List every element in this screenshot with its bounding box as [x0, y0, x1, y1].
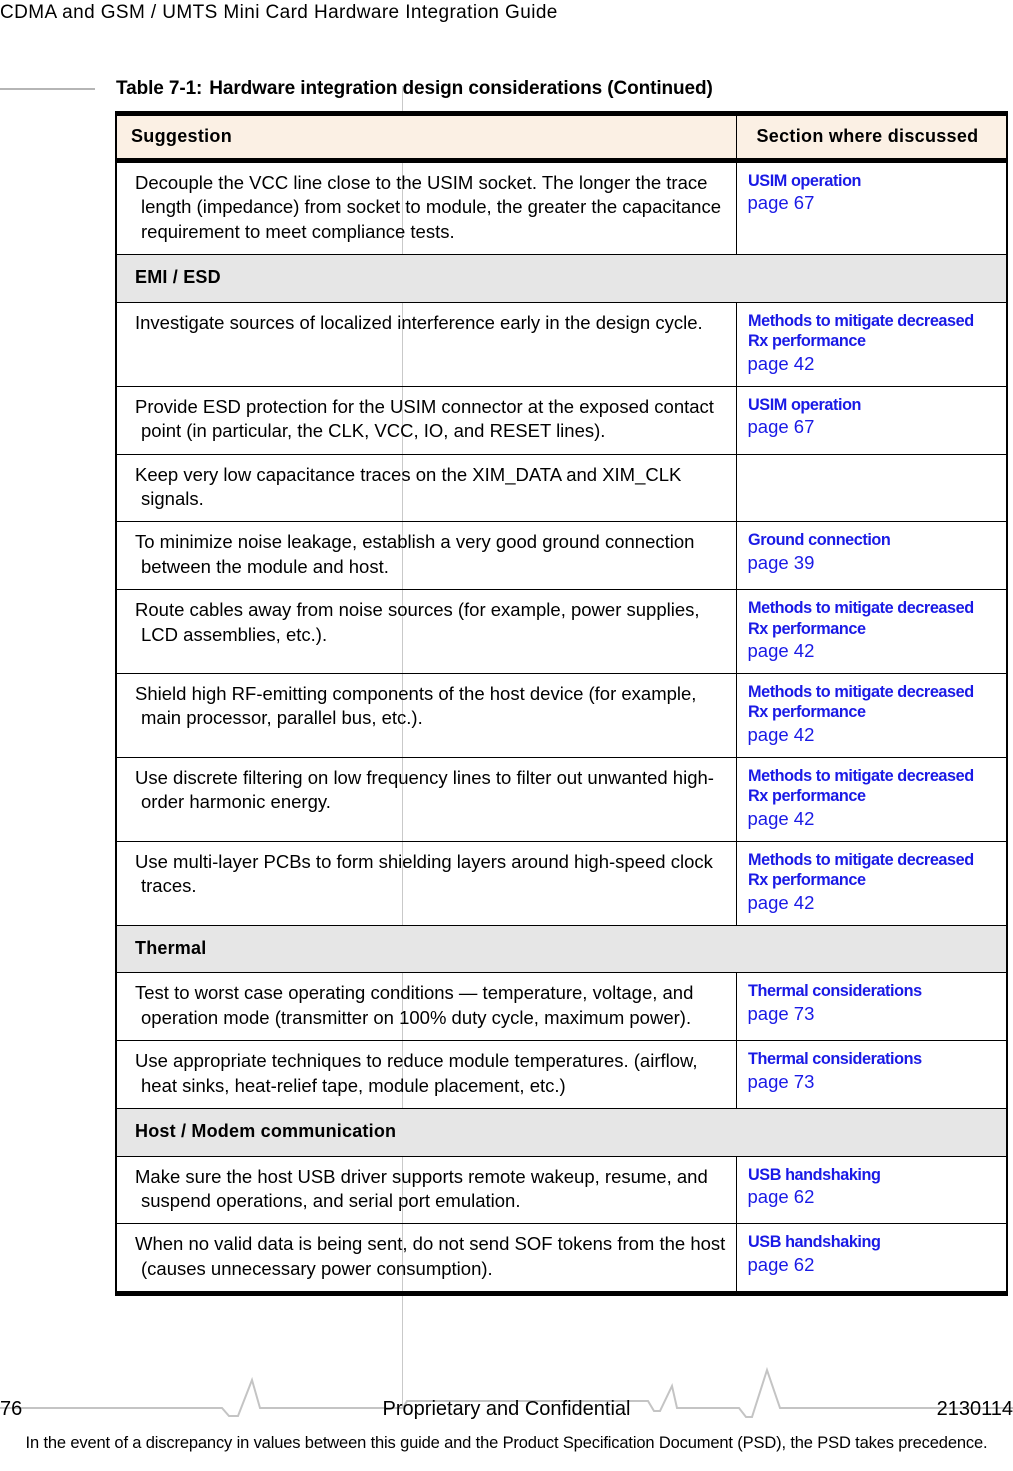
- section-link-title[interactable]: Methods to mitigate decreased Rx perform…: [748, 682, 989, 723]
- section-link-page[interactable]: page 67: [748, 415, 1001, 439]
- section-link-title[interactable]: Methods to mitigate decreased Rx perform…: [748, 850, 989, 891]
- table-row: Investigate sources of localized interfe…: [116, 302, 1007, 387]
- table-section-row: Host / Modem communication: [116, 1107, 1007, 1157]
- column-header-suggestion: Suggestion: [116, 113, 736, 163]
- section-link-title[interactable]: Thermal considerations: [748, 1049, 989, 1069]
- suggestion-cell: Investigate sources of localized interfe…: [116, 302, 736, 387]
- section-link-page[interactable]: page 73: [748, 1070, 1001, 1094]
- section-link-title[interactable]: Ground connection: [748, 530, 989, 550]
- suggestion-cell: Use appropriate techniques to reduce mod…: [116, 1040, 736, 1109]
- suggestion-cell: Test to worst case operating conditions …: [116, 972, 736, 1042]
- suggestion-cell: Use discrete filtering on low frequency …: [116, 757, 736, 842]
- suggestion-text: Keep very low capacitance traces on the …: [135, 463, 682, 510]
- table-row: Use multi-layer PCBs to form shielding l…: [116, 841, 1007, 926]
- suggestion-cell: Shield high RF-emitting components of th…: [116, 673, 736, 758]
- section-reference-cell: USIM operation page 67: [735, 160, 1007, 256]
- suggestion-text: Route cables away from noise sources (fo…: [135, 599, 700, 645]
- margin-change-bar: [0, 88, 95, 90]
- table-row: Test to worst case operating conditions …: [116, 972, 1007, 1042]
- section-link-page[interactable]: page 67: [748, 191, 1001, 215]
- suggestion-text: Use discrete filtering on low frequency …: [135, 766, 714, 813]
- table-row: Shield high RF-emitting components of th…: [116, 673, 1007, 758]
- table-row: Decouple the VCC line close to the USIM …: [116, 160, 1007, 256]
- suggestion-text: When no valid data is being sent, do not…: [135, 1233, 726, 1279]
- running-header: CDMA and GSM / UMTS Mini Card Hardware I…: [0, 2, 558, 23]
- section-link-page[interactable]: page 73: [748, 1002, 1001, 1026]
- footer-document-number: 2130114: [936, 1398, 1013, 1420]
- table-row: Use appropriate techniques to reduce mod…: [116, 1040, 1007, 1109]
- section-link-page[interactable]: page 42: [748, 891, 1001, 915]
- suggestion-cell: Decouple the VCC line close to the USIM …: [116, 160, 736, 256]
- suggestion-cell: Use multi-layer PCBs to form shielding l…: [116, 841, 736, 926]
- section-link-page[interactable]: page 42: [748, 352, 1001, 376]
- suggestion-cell: Keep very low capacitance traces on the …: [116, 454, 736, 523]
- table-row: Make sure the host USB driver supports r…: [116, 1156, 1007, 1225]
- section-reference-cell: Ground connection page 39: [735, 521, 1007, 591]
- suggestion-cell: Make sure the host USB driver supports r…: [116, 1156, 736, 1225]
- table-header-row: Suggestion Section where discussed: [116, 113, 1007, 163]
- suggestion-text: To minimize noise leakage, establish a v…: [135, 531, 695, 577]
- suggestion-text: Make sure the host USB driver supports r…: [135, 1165, 708, 1212]
- suggestion-cell: To minimize noise leakage, establish a v…: [116, 521, 736, 591]
- section-reference-cell: USB handshaking page 62: [735, 1223, 1007, 1294]
- column-header-section: Section where discussed: [735, 113, 1007, 163]
- section-reference-cell: Methods to mitigate decreased Rx perform…: [735, 841, 1007, 926]
- suggestion-text: Decouple the VCC line close to the USIM …: [135, 172, 721, 242]
- suggestion-text: Investigate sources of localized interfe…: [135, 311, 703, 333]
- table-row: Provide ESD protection for the USIM conn…: [116, 386, 1007, 455]
- section-label: EMI / ESD: [116, 254, 1007, 303]
- section-link-page[interactable]: page 42: [748, 723, 1001, 747]
- section-link-title[interactable]: Thermal considerations: [748, 981, 989, 1001]
- footer-row: 76 Proprietary and Confidential 2130114: [0, 1398, 1013, 1426]
- table-section-row: Thermal: [116, 924, 1007, 974]
- section-link-page[interactable]: page 39: [748, 551, 1001, 575]
- section-reference-cell: USB handshaking page 62: [735, 1156, 1007, 1225]
- section-link-title[interactable]: USB handshaking: [748, 1232, 989, 1252]
- section-link-title[interactable]: USIM operation: [748, 395, 989, 415]
- footer-note: In the event of a discrepancy in values …: [25, 1434, 988, 1452]
- suggestion-cell: Route cables away from noise sources (fo…: [116, 589, 736, 675]
- section-reference-cell: USIM operation page 67: [735, 386, 1007, 455]
- table-row: When no valid data is being sent, do not…: [116, 1223, 1007, 1294]
- section-label: Thermal: [116, 924, 1007, 974]
- section-link-title[interactable]: Methods to mitigate decreased Rx perform…: [748, 766, 989, 807]
- section-reference-cell: Methods to mitigate decreased Rx perform…: [735, 589, 1007, 675]
- table-caption-number: Table 7-1:: [116, 78, 203, 99]
- section-link-title[interactable]: Methods to mitigate decreased Rx perform…: [748, 598, 989, 639]
- hardware-integration-table: Suggestion Section where discussed Decou…: [115, 111, 1008, 1297]
- section-link-page[interactable]: page 42: [748, 639, 1001, 663]
- section-link-page[interactable]: page 42: [748, 807, 1001, 831]
- suggestion-text: Test to worst case operating conditions …: [135, 982, 694, 1028]
- table-caption-text: Hardware integration design consideratio…: [209, 78, 713, 99]
- section-link-page[interactable]: page 62: [748, 1185, 1001, 1209]
- section-reference-cell: Methods to mitigate decreased Rx perform…: [735, 673, 1007, 758]
- table-row: Use discrete filtering on low frequency …: [116, 757, 1007, 842]
- section-link-page[interactable]: page 62: [748, 1253, 1001, 1277]
- suggestion-text: Use appropriate techniques to reduce mod…: [135, 1050, 698, 1096]
- section-reference-cell: Thermal considerations page 73: [735, 972, 1007, 1042]
- table-caption: Table 7-1: Hardware integration design co…: [116, 78, 713, 100]
- suggestion-text: Shield high RF-emitting components of th…: [135, 683, 697, 729]
- section-reference-cell: Methods to mitigate decreased Rx perform…: [735, 302, 1007, 387]
- footer-confidentiality-text: Proprietary and Confidential: [382, 1398, 631, 1420]
- section-reference-cell: [735, 454, 1007, 523]
- table-row: Keep very low capacitance traces on the …: [116, 454, 1007, 523]
- section-link-title[interactable]: USB handshaking: [748, 1165, 989, 1185]
- section-link-title[interactable]: USIM operation: [748, 171, 989, 191]
- suggestion-text: Use multi-layer PCBs to form shielding l…: [135, 850, 713, 897]
- section-reference-cell: Methods to mitigate decreased Rx perform…: [735, 757, 1007, 842]
- suggestion-text: Provide ESD protection for the USIM conn…: [135, 395, 714, 442]
- section-link-title[interactable]: Methods to mitigate decreased Rx perform…: [748, 311, 989, 352]
- table-body: Decouple the VCC line close to the USIM …: [116, 160, 1007, 1294]
- suggestion-cell: Provide ESD protection for the USIM conn…: [116, 386, 736, 455]
- table-section-row: EMI / ESD: [116, 254, 1007, 303]
- table-row: To minimize noise leakage, establish a v…: [116, 521, 1007, 591]
- section-reference-cell: Thermal considerations page 73: [735, 1040, 1007, 1109]
- table-row: Route cables away from noise sources (fo…: [116, 589, 1007, 675]
- suggestion-cell: When no valid data is being sent, do not…: [116, 1224, 736, 1294]
- section-label: Host / Modem communication: [116, 1107, 1007, 1157]
